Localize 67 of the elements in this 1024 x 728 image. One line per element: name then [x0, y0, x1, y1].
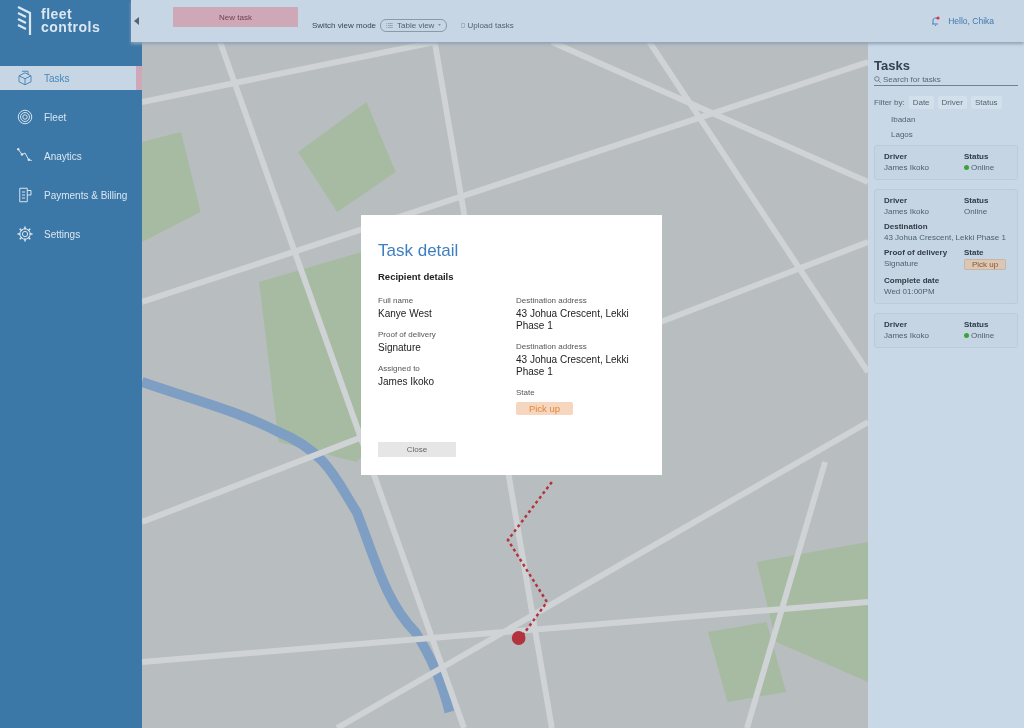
field-label: Driver: [884, 320, 909, 329]
filter-label: Filter by:: [874, 98, 905, 107]
field-value: James Ikoko: [884, 207, 930, 216]
nav-item[interactable]: Settings: [0, 222, 136, 246]
field-label: Proof of delivery: [378, 330, 437, 339]
logo-text: fleet controls: [41, 8, 101, 34]
box-icon: [16, 69, 34, 87]
list-icon: [386, 22, 394, 28]
task-card[interactable]: Driver James Ikoko Status Online Destination 43 Johua Crescent, Lekki Phase 1 Proof of delivery Signature State Pick up Complete date Wed 01:00PM: [874, 189, 1018, 304]
section-heading: Recipient details: [378, 271, 455, 282]
field-value: Signature: [884, 259, 920, 268]
caret-icon: [438, 24, 442, 26]
field-label: State: [964, 248, 985, 257]
field-value: James Ikoko: [884, 163, 930, 172]
nav-item[interactable]: Tasks: [0, 66, 142, 90]
file-icon: [461, 22, 466, 28]
field-label: Full name: [378, 296, 415, 305]
field-label: Destination address: [516, 342, 588, 351]
collapse-icon[interactable]: [134, 17, 140, 25]
field-label: Status: [964, 320, 990, 329]
field-label: Assigned to: [378, 364, 421, 373]
field-value: 43 Johua Crescent, Lekki Phase 1: [516, 354, 630, 378]
state-badge: Pick up: [964, 259, 1006, 270]
field-label: Driver: [884, 196, 909, 205]
field-label: Driver: [884, 152, 909, 161]
status-value: Online: [964, 207, 989, 216]
state-badge: Pick up: [516, 402, 573, 415]
filter-button[interactable]: Date: [908, 96, 934, 109]
settings-icon: [16, 225, 34, 243]
notification-bell-icon[interactable]: [931, 16, 941, 26]
field-value: 43 Johua Crescent, Lekki Phase 1: [516, 308, 630, 332]
new-task-button[interactable]: New task: [173, 7, 298, 27]
dialog-title: Task detail: [378, 241, 460, 261]
status-value: Online: [964, 331, 1011, 340]
task-card[interactable]: Driver James Ikoko Status Online: [874, 145, 1018, 180]
location-item[interactable]: Lagos: [874, 130, 1018, 139]
bill-icon: [16, 186, 34, 204]
view-mode-dropdown[interactable]: Table view: [380, 18, 448, 32]
panel-title: Tasks: [874, 58, 911, 73]
upload-tasks-link[interactable]: Upload tasks: [461, 20, 514, 30]
field-label: Destination address: [516, 296, 588, 305]
field-value: 43 Johua Crescent, Lekki Phase 1: [884, 233, 1007, 242]
field-label: Proof of delivery: [884, 248, 949, 257]
filter-button[interactable]: Driver: [937, 96, 967, 109]
field-label: Status: [964, 196, 990, 205]
field-label: Status: [964, 152, 990, 161]
view-mode-label: Switch view mode: [312, 20, 377, 30]
radar-icon: [16, 108, 34, 126]
close-button[interactable]: Close: [378, 442, 456, 457]
location-item[interactable]: Ibadan: [874, 115, 1018, 124]
field-label: Complete date: [884, 276, 941, 285]
field-label: Destination: [884, 222, 929, 231]
nav-item[interactable]: Fleet: [0, 105, 136, 129]
field-value: Signature: [378, 342, 422, 354]
search-icon: [874, 76, 881, 83]
field-value: Kanye West: [378, 308, 433, 320]
nav-item[interactable]: Anaytics: [0, 144, 136, 168]
field-value: Wed 01:00PM: [884, 287, 936, 296]
status-value: Online: [964, 163, 1011, 172]
field-value: James Ikoko: [378, 376, 436, 388]
filter-button[interactable]: Status: [970, 96, 1002, 109]
task-card[interactable]: Driver James Ikoko Status Online: [874, 313, 1018, 348]
greeting-text: Hello, Chika: [948, 16, 994, 26]
nav-item[interactable]: Payments & Billing: [0, 183, 136, 207]
field-label: State: [516, 388, 536, 397]
search-input[interactable]: Search for tasks: [883, 75, 1008, 84]
field-value: James Ikoko: [884, 331, 930, 340]
